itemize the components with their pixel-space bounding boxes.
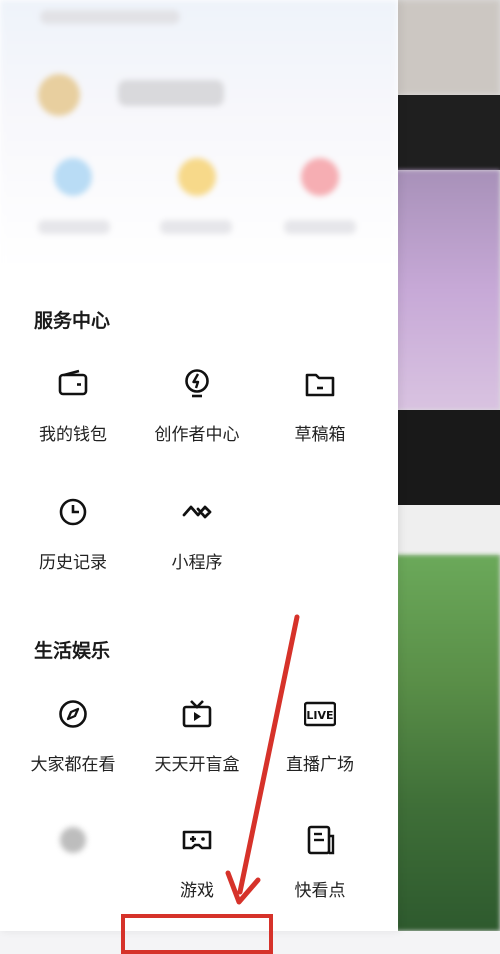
creator-icon (185, 369, 209, 398)
quick-entry-icon-1[interactable] (54, 158, 92, 196)
tile-label: 直播广场 (286, 755, 354, 775)
folder-icon (305, 373, 335, 397)
tile-blurred-app[interactable] (10, 824, 136, 916)
tile-mini-program[interactable]: 小程序 (134, 496, 260, 588)
tile-label: 小程序 (171, 553, 223, 573)
tile-label: 大家都在看 (30, 755, 116, 775)
tile-wallet[interactable]: 我的钱包 (10, 368, 136, 460)
compass-icon (59, 700, 87, 728)
quick-entry-label-3 (284, 220, 356, 234)
live-icon: LIVE (304, 701, 336, 727)
tile-label: 创作者中心 (154, 425, 240, 445)
status-bar (40, 10, 180, 24)
tile-label: 我的钱包 (39, 425, 107, 445)
wallet-icon (58, 369, 88, 396)
username[interactable] (118, 80, 224, 106)
tile-creator-center[interactable]: 创作者中心 (134, 368, 260, 460)
tile-everyone-watching[interactable]: 大家都在看 (10, 698, 136, 790)
tile-label: 草稿箱 (294, 425, 346, 445)
quick-entry-label-1 (38, 220, 110, 234)
tile-games[interactable]: 游戏 (134, 824, 260, 916)
quick-entry-icon-3[interactable] (301, 158, 339, 196)
tile-label: 天天开盲盒 (154, 755, 240, 775)
tile-live-square[interactable]: LIVE 直播广场 (257, 698, 383, 790)
tile-quick-view[interactable]: 快看点 (257, 824, 383, 916)
drawer-profile-header (0, 0, 398, 270)
news-icon (307, 825, 335, 855)
side-drawer: 服务中心 我的钱包 创作者中心 草稿箱 历史记录 小程序 生活娱乐 大家都在看 … (0, 0, 398, 931)
background-feed (395, 0, 500, 931)
mini-program-icon (182, 505, 212, 519)
tile-label: 游戏 (180, 881, 214, 901)
tile-label: 历史记录 (39, 553, 107, 573)
quick-entry-label-2 (160, 220, 232, 234)
gamepad-icon (182, 830, 212, 850)
quick-entry-icon-2[interactable] (178, 158, 216, 196)
svg-text:LIVE: LIVE (306, 709, 333, 722)
tile-label: 快看点 (294, 881, 346, 901)
clock-icon (59, 498, 87, 526)
tile-blind-box[interactable]: 天天开盲盒 (134, 698, 260, 790)
tv-play-icon (182, 700, 212, 728)
tile-history[interactable]: 历史记录 (10, 496, 136, 588)
avatar[interactable] (38, 74, 80, 116)
tile-drafts[interactable]: 草稿箱 (257, 368, 383, 460)
blurred-app-icon (60, 827, 86, 853)
annotation-box (121, 914, 273, 954)
life-section-title: 生活娱乐 (34, 640, 111, 662)
services-section-title: 服务中心 (34, 310, 111, 332)
